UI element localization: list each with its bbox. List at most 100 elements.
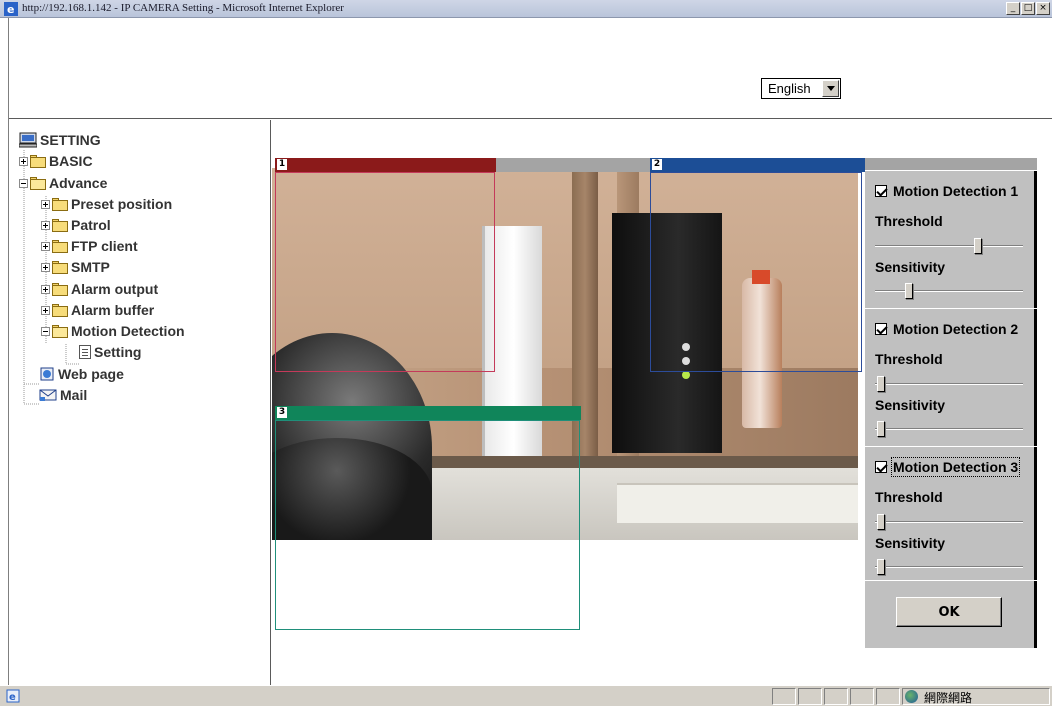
collapse-icon[interactable] [19,178,28,188]
motion-detection-label: Motion Detection 1 [893,183,1019,199]
slider-thumb[interactable] [877,376,885,392]
folder-icon [52,282,68,296]
status-cell [772,688,796,705]
collapse-icon[interactable] [41,326,50,336]
zone-2-color [650,158,866,172]
window-title: http://192.168.1.142 - IP CAMERA Setting… [22,2,344,14]
language-value: English [768,81,811,96]
globe-icon [905,690,918,703]
security-zone-text: 網際網路 [924,691,973,705]
slider-thumb[interactable] [973,238,982,254]
zone-number: 1 [277,159,287,170]
sensitivity-slider-2[interactable] [875,420,1023,438]
status-cell [850,688,874,705]
svg-text:e: e [9,692,16,703]
folder-open-icon [52,324,68,338]
folder-icon [52,303,68,317]
slider-thumb[interactable] [877,559,885,575]
motion-detection-frame: 1 2 3 Motion Detection 1 Threshold Sensi… [272,120,1052,685]
page-status-icon: e [6,689,20,703]
tree-item-patrol[interactable]: Patrol [41,215,111,235]
slider-thumb[interactable] [904,283,913,299]
tree-item-label: Web page [58,366,124,382]
expand-icon[interactable] [41,284,50,294]
settings-tree-frame: SETTING BASIC Advance Preset position Pa… [9,120,271,685]
sensitivity-label: Sensitivity [875,535,946,551]
expand-icon[interactable] [19,156,28,166]
document-icon [79,345,91,359]
expand-icon[interactable] [41,305,50,315]
folder-icon [52,260,68,274]
tree-item-alarm-buffer[interactable]: Alarm buffer [41,300,154,320]
zone-1-header[interactable]: 1 [275,158,496,172]
expand-icon[interactable] [41,220,50,230]
threshold-slider-2[interactable] [875,375,1023,393]
threshold-label: Threshold [875,489,943,505]
slider-thumb[interactable] [877,514,885,530]
zone-1-box[interactable] [275,172,495,372]
tree-item-label: Alarm output [71,281,159,297]
tree-item-label: SMTP [71,259,110,275]
zone-3-header[interactable]: 3 [275,406,581,420]
tree-item-setting[interactable]: SETTING [19,130,101,150]
folder-icon [30,154,46,168]
zone-3-box[interactable] [275,420,580,630]
sensitivity-slider-3[interactable] [875,558,1023,576]
expand-icon[interactable] [41,241,50,251]
motion-detection-3-toggle[interactable]: Motion Detection 3 [875,457,1021,477]
tree-item-label: Advance [49,175,108,191]
tree-item-advance[interactable]: Advance [19,173,107,193]
motion-detection-group-1: Motion Detection 1 Threshold Sensitivity [865,170,1037,308]
tree-item-label: BASIC [49,153,93,169]
sensitivity-label: Sensitivity [875,259,946,275]
threshold-slider-3[interactable] [875,513,1023,531]
tree-item-motion-detection[interactable]: Motion Detection [41,321,185,341]
slider-thumb[interactable] [877,421,885,437]
tree-item-label: FTP client [71,238,138,254]
svg-text:e: e [7,3,14,16]
folder-icon [52,239,68,253]
tree-item-smtp[interactable]: SMTP [41,257,110,277]
checkbox-icon[interactable] [875,185,887,197]
folder-icon [52,218,68,232]
sensitivity-label: Sensitivity [875,397,946,413]
expand-icon[interactable] [41,262,50,272]
tree-item-alarm-output[interactable]: Alarm output [41,279,158,299]
zone-2-header[interactable]: 2 [650,158,866,172]
tree-item-setting-page[interactable]: Setting [79,342,141,362]
checkbox-icon[interactable] [875,461,887,473]
motion-detection-group-2: Motion Detection 2 Threshold Sensitivity [865,308,1037,446]
language-select[interactable]: English [761,78,841,99]
tree-item-label: Setting [94,344,142,360]
internet-explorer-icon: e [4,2,18,16]
zone-2-box[interactable] [650,172,862,372]
tree-item-mail[interactable]: Mail [39,385,87,405]
tree-item-label: SETTING [40,132,101,148]
zone-bar-gap [496,158,650,172]
tree-item-basic[interactable]: BASIC [19,151,93,171]
chevron-down-icon[interactable] [822,80,839,97]
checkbox-icon[interactable] [875,323,887,335]
ok-button[interactable]: OK [896,597,1002,627]
motion-detection-1-toggle[interactable]: Motion Detection 1 [875,183,1018,199]
minimize-button[interactable]: _ [1006,2,1020,15]
tree-item-web-page[interactable]: Web page [39,364,124,384]
panel-header-bar [865,158,1037,170]
tree-item-label: Motion Detection [71,323,185,339]
tree-item-preset-position[interactable]: Preset position [41,194,172,214]
web-page-icon [40,367,54,381]
expand-icon[interactable] [41,199,50,209]
maximize-button[interactable]: □ [1021,2,1035,15]
threshold-label: Threshold [875,213,943,229]
threshold-slider-1[interactable] [875,237,1023,255]
tree-item-label: Patrol [71,217,111,233]
tree-item-ftp-client[interactable]: FTP client [41,236,138,256]
tree-item-label: Alarm buffer [71,302,155,318]
window-title-bar: e http://192.168.1.142 - IP CAMERA Setti… [0,0,1052,18]
sensitivity-slider-1[interactable] [875,282,1023,300]
motion-detection-2-toggle[interactable]: Motion Detection 2 [875,321,1018,337]
window-controls: _ □ × [1006,2,1050,15]
close-button[interactable]: × [1036,2,1050,15]
zone-number: 2 [652,159,662,170]
zone-1-color [275,158,496,172]
